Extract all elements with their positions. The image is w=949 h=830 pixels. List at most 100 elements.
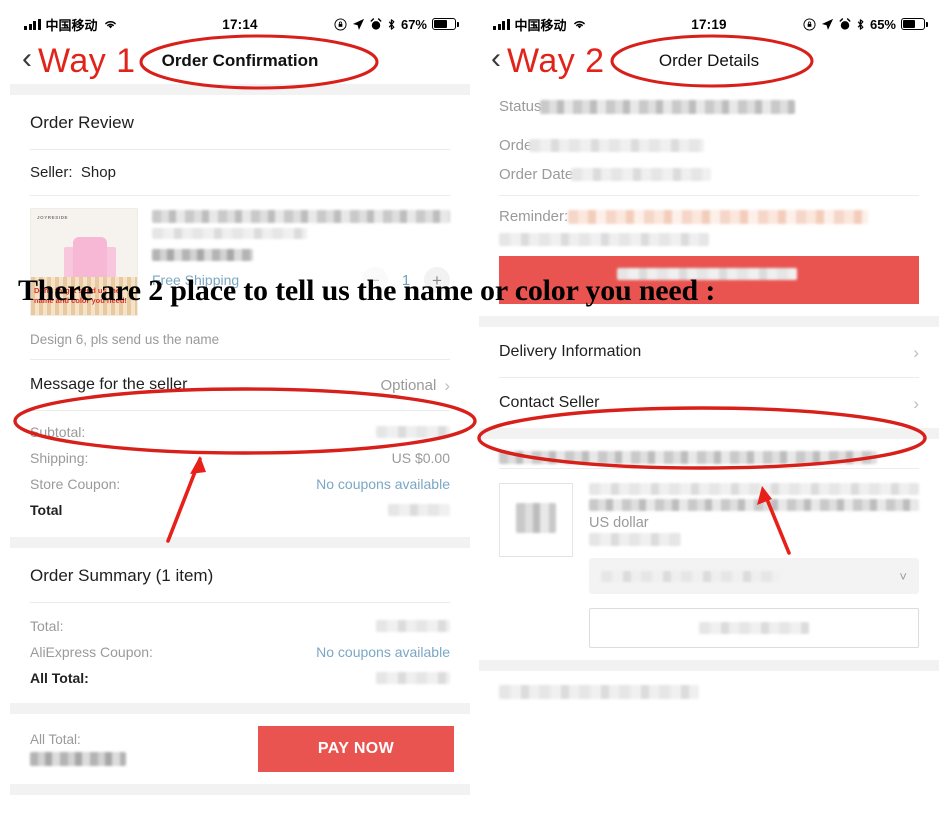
status-bar-right: 中国移动 17:19 65% xyxy=(479,10,939,38)
detail-row-reminder: Reminder: xyxy=(499,196,919,231)
order-summary-title: Order Summary (1 item) xyxy=(30,566,214,585)
section-divider xyxy=(479,660,939,671)
message-for-seller-row[interactable]: Message for the seller Optional › xyxy=(30,360,450,410)
row-value-redacted xyxy=(539,99,795,114)
row-value-redacted xyxy=(388,504,450,516)
order-product-card: US dollar ˅ xyxy=(479,439,939,654)
rotation-lock-icon xyxy=(334,17,347,31)
row-label: Total xyxy=(30,502,63,518)
row-label: Status: xyxy=(499,98,546,115)
row-value: US $0.00 xyxy=(391,450,450,466)
order-review-title: Order Review xyxy=(30,113,134,132)
way-2-annotation-label: Way 2 xyxy=(507,42,605,80)
detail-row-order-date: Order Date: xyxy=(499,160,919,189)
row-label: Subtotal: xyxy=(30,424,86,440)
store-coupon-link[interactable]: No coupons available xyxy=(316,476,450,492)
product-info: US dollar ˅ xyxy=(589,483,919,648)
battery-icon xyxy=(432,18,459,30)
row-value-redacted xyxy=(571,168,712,181)
summary-row-aliexpress-coupon[interactable]: AliExpress Coupon: No coupons available xyxy=(30,639,450,665)
order-totals-list: Subtotal: Shipping: US $0.00 Store Coupo… xyxy=(30,411,450,537)
product-thumbnail[interactable] xyxy=(499,483,573,557)
status-bar-right-group: 67% xyxy=(334,16,459,32)
section-divider xyxy=(479,316,939,327)
chevron-right-icon: › xyxy=(913,393,919,413)
pay-bar: All Total: PAY NOW xyxy=(10,714,470,784)
row-label: All Total: xyxy=(30,670,89,686)
product-title-redacted-2 xyxy=(589,499,919,511)
thumbnail-decor-shape xyxy=(73,236,108,277)
rotation-lock-icon xyxy=(803,17,816,31)
order-detail-card: Status: Order Order Date: Reminder: xyxy=(479,84,939,304)
way-1-annotation-label: Way 1 xyxy=(38,42,136,80)
button-label-redacted xyxy=(699,622,809,634)
section-divider xyxy=(10,784,470,795)
battery-icon xyxy=(901,18,928,30)
seller-row[interactable]: Seller: Shop xyxy=(30,150,450,195)
status-bar-right-group: 65% xyxy=(803,16,928,32)
alarm-clock-icon xyxy=(839,17,851,30)
section-divider xyxy=(10,537,470,548)
phone-screen-order-confirmation: 中国移动 17:14 67% ‹ Way 1 Order Confirmatio… xyxy=(10,10,470,824)
section-divider xyxy=(10,84,470,95)
total-row-shipping: Shipping: US $0.00 xyxy=(30,445,450,471)
thumbnail-redacted xyxy=(515,502,557,533)
store-name-redacted xyxy=(499,451,877,464)
select-value-redacted xyxy=(601,570,781,582)
secondary-action-button[interactable] xyxy=(589,608,919,648)
product-title-redacted xyxy=(589,483,919,495)
footer-text-redacted xyxy=(499,685,699,699)
seller-name: Shop xyxy=(80,164,116,181)
row-value-redacted xyxy=(376,426,450,438)
bluetooth-icon xyxy=(857,18,864,30)
chevron-right-icon: › xyxy=(913,342,919,362)
row-label: Store Coupon: xyxy=(30,476,121,492)
row-label: AliExpress Coupon: xyxy=(30,644,153,660)
aliexpress-coupon-link[interactable]: No coupons available xyxy=(316,644,450,660)
order-summary-list: Total: AliExpress Coupon: No coupons ava… xyxy=(30,603,450,703)
product-variant-redacted xyxy=(152,249,254,261)
reminder-second-line-redacted xyxy=(499,233,709,246)
order-review-card: Order Review Seller: Shop JOYRESIDE Don'… xyxy=(10,95,470,537)
detail-row-order: Order xyxy=(499,121,919,160)
delivery-information-label: Delivery Information xyxy=(499,343,642,360)
row-value-redacted xyxy=(568,209,869,224)
status-bar-left: 中国移动 17:14 67% xyxy=(10,10,470,38)
total-row-subtotal: Subtotal: xyxy=(30,419,450,445)
all-total-label: All Total: xyxy=(30,732,81,747)
contact-seller-row[interactable]: Contact Seller › xyxy=(499,378,919,428)
row-value-redacted xyxy=(376,620,450,632)
chevron-right-icon: › xyxy=(444,375,450,395)
row-label: Total: xyxy=(30,618,64,634)
total-row-store-coupon[interactable]: Store Coupon: No coupons available xyxy=(30,471,450,497)
product-title-redacted-2 xyxy=(152,228,307,239)
pay-bar-total: All Total: xyxy=(30,732,126,766)
row-label: Order Date: xyxy=(499,166,578,183)
annotation-headline: There are 2 place to tell us the name or… xyxy=(18,274,716,307)
detail-row-status: Status: xyxy=(499,92,919,121)
back-button[interactable]: ‹ xyxy=(20,44,36,78)
currency-note: US dollar xyxy=(589,515,649,531)
order-action-select[interactable]: ˅ xyxy=(589,558,919,594)
battery-percent-label: 65% xyxy=(869,16,896,32)
row-label: Shipping: xyxy=(30,450,89,466)
chevron-down-icon: ˅ xyxy=(899,568,907,584)
thumbnail-brand-label: JOYRESIDE xyxy=(37,215,69,220)
contact-seller-label: Contact Seller xyxy=(499,394,600,411)
product-title-redacted xyxy=(152,210,450,223)
message-for-seller-value: Optional xyxy=(380,376,437,394)
order-summary-card: Order Summary (1 item) Total: AliExpress… xyxy=(10,548,470,703)
product-row[interactable]: US dollar ˅ xyxy=(499,469,919,654)
location-arrow-icon xyxy=(821,18,834,30)
nav-bar-left: ‹ Way 1 Order Confirmation xyxy=(10,38,470,84)
location-arrow-icon xyxy=(352,18,365,30)
alarm-clock-icon xyxy=(370,17,382,30)
screenshot-root: 中国移动 17:14 67% ‹ Way 1 Order Confirmatio… xyxy=(0,0,949,830)
store-row[interactable] xyxy=(499,439,919,468)
back-button[interactable]: ‹ xyxy=(489,44,505,78)
all-total-value-redacted xyxy=(30,752,126,766)
delivery-information-row[interactable]: Delivery Information › xyxy=(499,327,919,377)
battery-percent-label: 67% xyxy=(400,16,427,32)
bluetooth-icon xyxy=(388,18,395,30)
pay-now-button[interactable]: PAY NOW xyxy=(258,726,454,772)
